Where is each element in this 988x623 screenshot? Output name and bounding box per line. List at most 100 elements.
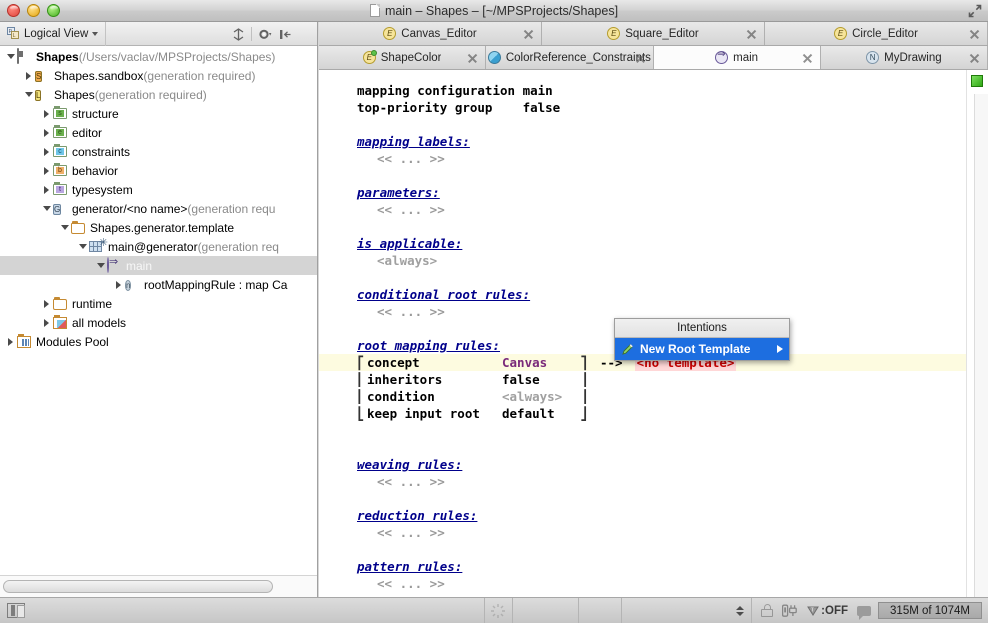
tree-row[interactable]: runtime (0, 294, 317, 313)
tree-row[interactable]: Shapes (/Users/vaclav/MPSProjects/Shapes… (0, 47, 317, 66)
code-section-body[interactable]: << ... >> (319, 201, 966, 218)
view-selector[interactable]: P L Logical View (0, 22, 106, 46)
chevron-right-icon[interactable] (40, 104, 53, 123)
code-section-title[interactable]: mapping labels: (319, 133, 470, 150)
toggle-sidebar-icon[interactable] (7, 603, 25, 618)
rule-property-value[interactable]: false (502, 371, 580, 388)
menu-item-new-root-template[interactable]: New Root Template (615, 338, 789, 360)
editor-tab[interactable]: ColorReference_Constraints (486, 46, 653, 69)
intentions-popup[interactable]: Intentions New Root Template (614, 318, 790, 361)
chevron-right-icon[interactable] (40, 123, 53, 142)
close-icon[interactable] (523, 28, 534, 39)
editor-tabs-row-2[interactable]: EShapeColorColorReference_Constraintsmai… (319, 46, 988, 70)
rule-row[interactable]: ⎢inheritorsfalse⎥ (319, 371, 966, 388)
rule-row[interactable]: ⎣keep input rootdefault⎦ (319, 405, 966, 422)
editor-tabs-row-1[interactable]: ECanvas_EditorESquare_EditorECircle_Edit… (319, 22, 988, 46)
rule-row[interactable]: ⎢condition<always>⎥ (319, 388, 966, 405)
tree-row[interactable]: cconstraints (0, 142, 317, 161)
collapse-all-icon[interactable] (228, 23, 248, 45)
zoom-window-button[interactable] (47, 4, 60, 17)
editor-tab[interactable]: ECircle_Editor (765, 22, 988, 45)
tree-row[interactable]: ttypesystem (0, 180, 317, 199)
minimize-window-button[interactable] (27, 4, 40, 17)
code-section-title[interactable]: conditional root rules: (319, 286, 530, 303)
editor-gutter[interactable] (966, 70, 988, 597)
rule-property-value[interactable]: Canvas (502, 354, 580, 371)
editor-tab[interactable]: ECanvas_Editor (319, 22, 542, 45)
tree-row[interactable]: Ggenerator/<no name> (generation requ (0, 199, 317, 218)
project-panel-hscrollbar[interactable] (0, 575, 317, 597)
tree-row[interactable]: nrootMappingRule : map Ca (0, 275, 317, 294)
chevron-right-icon[interactable] (40, 142, 53, 161)
code-section-title[interactable]: pattern rules: (319, 558, 462, 575)
plugin-icon[interactable] (782, 604, 797, 618)
rule-property-value[interactable]: <always> (502, 388, 580, 405)
chevron-right-icon[interactable] (40, 313, 53, 332)
chevron-right-icon[interactable] (40, 294, 53, 313)
chevron-down-icon[interactable] (94, 256, 107, 275)
code-section-title[interactable]: weaving rules: (319, 456, 462, 473)
settings-gear-icon[interactable] (255, 23, 275, 45)
tree-row-selected[interactable]: main (0, 256, 317, 275)
tree-row[interactable]: bbehavior (0, 161, 317, 180)
chevron-down-icon[interactable] (76, 237, 89, 256)
expand-icon[interactable] (968, 4, 982, 18)
status-icons-cell: T :OFF (752, 598, 878, 623)
code-section-title[interactable]: is applicable: (319, 235, 462, 252)
offline-mode-indicator[interactable]: T :OFF (806, 604, 848, 618)
editor-tab[interactable]: EShapeColor (319, 46, 486, 69)
green-ok-marker[interactable] (971, 75, 983, 87)
close-icon[interactable] (746, 28, 757, 39)
code-section-body[interactable]: << ... >> (319, 473, 966, 490)
project-tree[interactable]: Shapes (/Users/vaclav/MPSProjects/Shapes… (0, 47, 317, 575)
chevron-down-icon[interactable] (4, 47, 17, 66)
close-icon[interactable] (467, 52, 478, 63)
tree-row[interactable]: sstructure (0, 104, 317, 123)
background-task-icon[interactable] (490, 603, 506, 619)
toolbar-divider (251, 27, 252, 41)
hide-panel-icon[interactable] (275, 23, 295, 45)
tree-row[interactable]: LShapes (generation required) (0, 85, 317, 104)
chevron-right-icon[interactable] (22, 66, 35, 85)
chevron-down-icon[interactable] (40, 199, 53, 218)
chevron-down-icon[interactable] (58, 218, 71, 237)
close-icon[interactable] (969, 52, 980, 63)
tree-row[interactable]: eeditor (0, 123, 317, 142)
tree-row[interactable]: SShapes.sandbox (generation required) (0, 66, 317, 85)
code-section-title[interactable]: parameters: (319, 184, 440, 201)
close-icon[interactable] (635, 52, 646, 63)
memory-indicator[interactable]: 315M of 1074M (878, 602, 982, 619)
code-section-body[interactable]: << ... >> (319, 524, 966, 541)
editor-tab[interactable]: ESquare_Editor (542, 22, 765, 45)
lock-icon[interactable] (761, 604, 773, 617)
chevron-down-icon[interactable] (22, 85, 35, 104)
code-section-body[interactable]: <always> (319, 252, 966, 269)
structure-model-icon: s (53, 106, 68, 121)
editor-tab[interactable]: NMyDrawing (821, 46, 988, 69)
updown-arrows-icon[interactable] (736, 606, 744, 616)
code-section-title[interactable]: root mapping rules: (319, 337, 500, 354)
close-window-button[interactable] (7, 4, 20, 17)
root-mapping-rule[interactable]: ⎡conceptCanvas⎤--><no template>⎢inherito… (319, 354, 966, 422)
bracket-glyph: ⎥ (580, 371, 590, 388)
chevron-right-icon[interactable] (40, 180, 53, 199)
chevron-right-icon[interactable] (4, 332, 17, 351)
tree-row[interactable]: Modules Pool (0, 332, 317, 351)
code-section-body[interactable]: << ... >> (319, 575, 966, 592)
tree-row[interactable]: Shapes.generator.template (0, 218, 317, 237)
tree-row[interactable]: all models (0, 313, 317, 332)
code-sections-before: mapping labels:<< ... >>parameters:<< ..… (319, 133, 966, 337)
rule-property-value[interactable]: default (502, 405, 580, 422)
tree-row[interactable]: ✳main@generator (generation req (0, 237, 317, 256)
code-section-title[interactable]: reduction rules: (319, 507, 477, 524)
code-section-body[interactable]: << ... >> (319, 150, 966, 167)
close-icon[interactable] (802, 52, 813, 63)
editor-tab-active[interactable]: main (654, 46, 821, 69)
editor-vscrollbar[interactable] (974, 94, 988, 597)
hscrollbar-thumb[interactable] (3, 580, 273, 593)
chevron-right-icon[interactable] (40, 161, 53, 180)
close-icon[interactable] (969, 28, 980, 39)
chevron-right-icon[interactable] (112, 275, 125, 294)
window-controls[interactable] (7, 4, 60, 17)
notifications-icon[interactable] (857, 606, 871, 616)
